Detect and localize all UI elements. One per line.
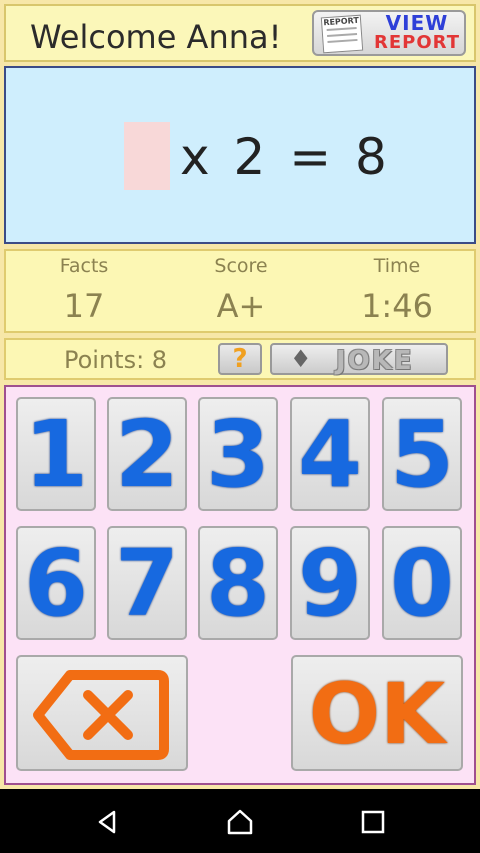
key-8-label: 8 <box>205 530 270 637</box>
key-5[interactable]: 5 <box>382 397 462 511</box>
time-label: Time <box>373 255 421 277</box>
key-0-label: 0 <box>389 530 454 637</box>
key-8[interactable]: 8 <box>198 526 278 640</box>
facts-label: Facts <box>59 255 109 277</box>
number-keypad: 1 2 3 4 5 6 7 8 9 0 OK <box>4 385 476 785</box>
stats-panel: Facts 17 Score A+ Time 1:46 <box>4 249 476 333</box>
ok-label: OK <box>308 665 446 763</box>
points-text: Points: 8 <box>64 346 168 374</box>
report-doc-label: REPORT <box>323 15 360 28</box>
view-report-line1: VIEW <box>385 11 449 35</box>
key-7[interactable]: 7 <box>107 526 187 640</box>
home-icon[interactable] <box>225 807 255 837</box>
view-report-label: VIEW REPORT <box>370 11 464 53</box>
jester-icon: ♦ <box>290 345 312 373</box>
key-7-label: 7 <box>114 530 179 637</box>
key-6[interactable]: 6 <box>16 526 96 640</box>
key-1-label: 1 <box>23 401 88 508</box>
points-bar: Points: 8 ? ♦ JOKE <box>4 338 476 380</box>
equation-panel: x 2 = 8 <box>4 66 476 244</box>
joke-label: JOKE <box>336 346 414 376</box>
key-2-label: 2 <box>114 401 179 508</box>
facts-value: 17 <box>63 287 105 325</box>
view-report-button[interactable]: REPORT VIEW REPORT <box>312 10 466 56</box>
time-value: 1:46 <box>361 287 433 325</box>
equation-text: x 2 = 8 <box>180 128 387 186</box>
key-4[interactable]: 4 <box>290 397 370 511</box>
question-icon: ? <box>232 344 248 374</box>
key-1[interactable]: 1 <box>16 397 96 511</box>
score-label: Score <box>214 255 268 277</box>
view-report-line2: REPORT <box>374 32 460 53</box>
backspace-button[interactable] <box>16 655 188 771</box>
key-9-label: 9 <box>297 530 362 637</box>
key-5-label: 5 <box>389 401 454 508</box>
facts-stat: Facts 17 <box>9 251 159 325</box>
answer-box[interactable] <box>124 122 170 190</box>
backspace-icon <box>33 670 169 760</box>
welcome-text: Welcome Anna! <box>30 18 282 56</box>
key-4-label: 4 <box>297 401 362 508</box>
time-stat: Time 1:46 <box>322 251 472 325</box>
key-2[interactable]: 2 <box>107 397 187 511</box>
android-nav-bar <box>0 789 480 853</box>
key-6-label: 6 <box>23 530 88 637</box>
ok-button[interactable]: OK <box>291 655 463 771</box>
header-bar: Welcome Anna! REPORT VIEW REPORT <box>4 4 476 62</box>
key-0[interactable]: 0 <box>382 526 462 640</box>
report-document-icon: REPORT <box>320 14 364 54</box>
key-3-label: 3 <box>205 401 270 508</box>
score-stat: Score A+ <box>166 251 316 325</box>
key-3[interactable]: 3 <box>198 397 278 511</box>
key-9[interactable]: 9 <box>290 526 370 640</box>
help-button[interactable]: ? <box>218 343 262 375</box>
joke-button[interactable]: ♦ JOKE <box>270 343 448 376</box>
recents-icon[interactable] <box>358 807 388 837</box>
back-icon[interactable] <box>92 807 122 837</box>
score-value: A+ <box>216 287 266 325</box>
